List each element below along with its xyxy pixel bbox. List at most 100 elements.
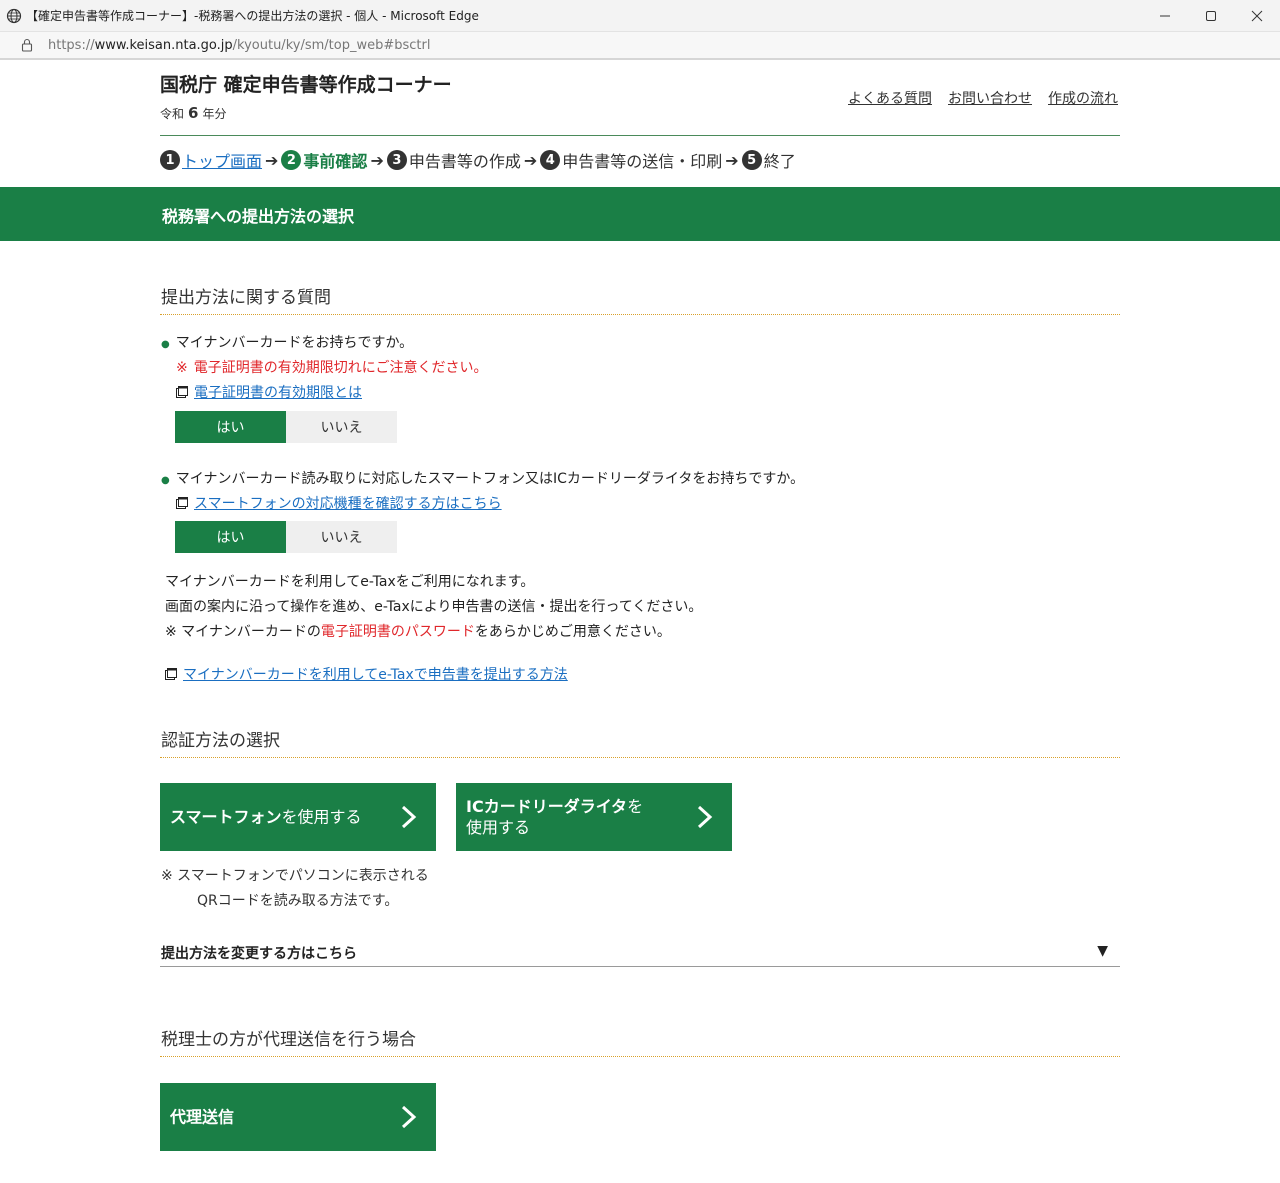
section-title-auth-method: 認証方法の選択	[161, 731, 280, 751]
note-line: ※ スマートフォンでパソコンに表示される	[161, 868, 429, 884]
certificate-expiry-link-row: 電子証明書の有効期限とは	[176, 382, 362, 402]
step-3-number: 3	[386, 150, 407, 170]
button-label: 代理送信	[170, 1107, 234, 1128]
mynumber-no-button[interactable]: いいえ	[286, 411, 397, 443]
era-suffix: 年分	[202, 107, 227, 121]
page-banner: 税務署への提出方法の選択	[0, 187, 1280, 241]
question-text: マイナンバーカード読み取りに対応したスマートフォン又はICカードリーダライタをお…	[175, 471, 805, 487]
button-label-bold: スマートフォン	[170, 807, 282, 827]
step-4-label: 申告書等の送信・印刷	[562, 152, 723, 171]
triangle-down-icon: ▼	[1097, 943, 1108, 959]
question-card-reader: ● マイナンバーカード読み取りに対応したスマートフォン又はICカードリーダライタを…	[161, 468, 804, 488]
faq-link[interactable]: よくある質問	[848, 88, 932, 108]
button-label-rest: 使用する	[466, 818, 531, 837]
info-line-password: ※ マイナンバーカードの電子証明書のパスワードをあらかじめご用意ください。	[165, 620, 702, 645]
chevron-right-icon	[401, 1105, 417, 1129]
note-line: QRコードを読み取る方法です。	[197, 893, 399, 909]
minimize-button[interactable]	[1142, 0, 1188, 32]
step-2-label: 事前確認	[303, 152, 368, 171]
era-prefix: 令和	[160, 107, 185, 121]
button-label-rest: を	[627, 797, 644, 816]
proxy-submission-button[interactable]: 代理送信	[160, 1083, 436, 1151]
flow-link[interactable]: 作成の流れ	[1048, 88, 1118, 108]
lock-icon	[21, 38, 33, 52]
info-line: 画面の案内に沿って操作を進め、e-Taxにより申告書の送信・提出を行ってください…	[165, 599, 703, 615]
url-path: /kyoutu/ky/sm/top_web#bsctrl	[232, 37, 431, 53]
window-title: 【確定申告書等作成コーナー】-税務署への提出方法の選択 - 個人 - Micro…	[26, 9, 479, 23]
chevron-right-icon	[697, 805, 713, 829]
step-arrow-icon: ➔	[725, 150, 739, 170]
section-title-submission-questions: 提出方法に関する質問	[161, 288, 331, 308]
warning-text: 電子証明書の有効期限切れにご注意ください。	[193, 360, 488, 376]
certificate-expiry-warning: ※ 電子証明書の有効期限切れにご注意ください。	[176, 357, 487, 377]
button-label-bold: 代理送信	[170, 1107, 235, 1127]
smartphone-note: ※ スマートフォンでパソコンに表示される QRコードを読み取る方法です。	[161, 864, 429, 914]
reader-no-button[interactable]: いいえ	[286, 521, 397, 553]
maximize-icon	[1206, 11, 1216, 21]
step-arrow-icon: ➔	[265, 150, 279, 170]
smartphone-models-link[interactable]: スマートフォンの対応機種を確認する方はこちら	[194, 493, 502, 513]
page-title: 税務署への提出方法の選択	[162, 207, 355, 226]
section-divider	[160, 1056, 1120, 1057]
globe-icon	[6, 8, 22, 23]
step-arrow-icon: ➔	[370, 150, 384, 170]
question-text: マイナンバーカードをお持ちですか。	[175, 335, 414, 351]
bullet-icon: ●	[161, 475, 170, 486]
collapse-label: 提出方法を変更する方はこちら	[161, 946, 357, 962]
section-divider	[160, 757, 1120, 758]
info-line: マイナンバーカードを利用してe-Taxをご利用になれます。	[165, 574, 535, 590]
reader-yes-button[interactable]: はい	[175, 521, 286, 553]
bullet-icon: ●	[161, 339, 170, 350]
step-5-number: 5	[741, 150, 762, 170]
era-year: 6	[188, 104, 199, 122]
site-title: 国税庁 確定申告書等作成コーナー	[160, 74, 452, 96]
section-divider	[160, 314, 1120, 315]
change-submission-method-toggle[interactable]: 提出方法を変更する方はこちら ▼	[160, 943, 1120, 967]
mynumber-yes-button[interactable]: はい	[175, 411, 286, 443]
url-host: www.keisan.nta.go.jp	[94, 37, 233, 53]
question-mynumber-card: ● マイナンバーカードをお持ちですか。	[161, 332, 413, 352]
card-reader-toggle: はい いいえ	[175, 521, 397, 553]
step-3-label: 申告書等の作成	[408, 152, 521, 171]
info-text: をあらかじめご用意ください。	[474, 624, 671, 640]
contact-link[interactable]: お問い合わせ	[948, 88, 1032, 108]
url-prefix: https://	[48, 37, 95, 53]
button-label: スマートフォンを使用する	[170, 807, 362, 828]
use-ic-reader-button[interactable]: ICカードリーダライタを使用する	[456, 783, 732, 851]
external-window-icon	[165, 668, 177, 680]
certificate-expiry-link[interactable]: 電子証明書の有効期限とは	[194, 382, 362, 402]
button-label-rest: を使用する	[281, 807, 362, 827]
smartphone-models-link-row: スマートフォンの対応機種を確認する方はこちら	[176, 493, 502, 513]
external-window-icon	[176, 497, 188, 509]
close-button[interactable]	[1234, 0, 1280, 32]
maximize-button[interactable]	[1188, 0, 1234, 32]
note-mark: ※	[176, 360, 188, 376]
use-smartphone-button[interactable]: スマートフォンを使用する	[160, 783, 436, 851]
step-arrow-icon: ➔	[523, 150, 538, 170]
etax-method-link-row: マイナンバーカードを利用してe-Taxで申告書を提出する方法	[165, 664, 568, 684]
window-titlebar: 【確定申告書等作成コーナー】-税務署への提出方法の選択 - 個人 - Micro…	[0, 0, 1280, 32]
button-label: ICカードリーダライタを使用する	[466, 796, 643, 838]
etax-method-link[interactable]: マイナンバーカードを利用してe-Taxで申告書を提出する方法	[183, 664, 568, 684]
password-highlight: 電子証明書のパスワード	[320, 624, 475, 640]
minimize-icon	[1160, 15, 1170, 17]
button-label-bold: ICカードリーダライタ	[466, 797, 628, 816]
address-bar[interactable]: https://www.keisan.nta.go.jp/kyoutu/ky/s…	[0, 32, 1280, 60]
page-content: 国税庁 確定申告書等作成コーナー 令和 6 年分 よくある質問 お問い合わせ 作成の…	[0, 62, 1280, 1183]
step-1-top-link[interactable]: トップ画面	[182, 148, 262, 172]
step-1-number: 1	[160, 150, 180, 170]
etax-info: マイナンバーカードを利用してe-Taxをご利用になれます。 画面の案内に沿って操…	[165, 570, 702, 645]
info-text: ※ マイナンバーカードの	[165, 624, 321, 640]
header-links: よくある質問 お問い合わせ 作成の流れ	[848, 88, 1118, 108]
progress-steps: 1 トップ画面 ➔ 2 事前確認 ➔ 3 申告書等の作成 ➔ 4 申告書等の送信…	[160, 148, 796, 172]
close-icon	[1251, 10, 1263, 22]
external-window-icon	[176, 386, 188, 398]
step-2-number: 2	[281, 150, 302, 170]
step-5-label: 終了	[763, 152, 796, 171]
tax-year: 令和 6 年分	[160, 104, 226, 122]
mynumber-card-toggle: はい いいえ	[175, 411, 397, 443]
section-title-proxy: 税理士の方が代理送信を行う場合	[161, 1030, 416, 1050]
chevron-right-icon	[401, 805, 417, 829]
step-4-number: 4	[540, 150, 561, 170]
header-divider	[160, 135, 1120, 136]
